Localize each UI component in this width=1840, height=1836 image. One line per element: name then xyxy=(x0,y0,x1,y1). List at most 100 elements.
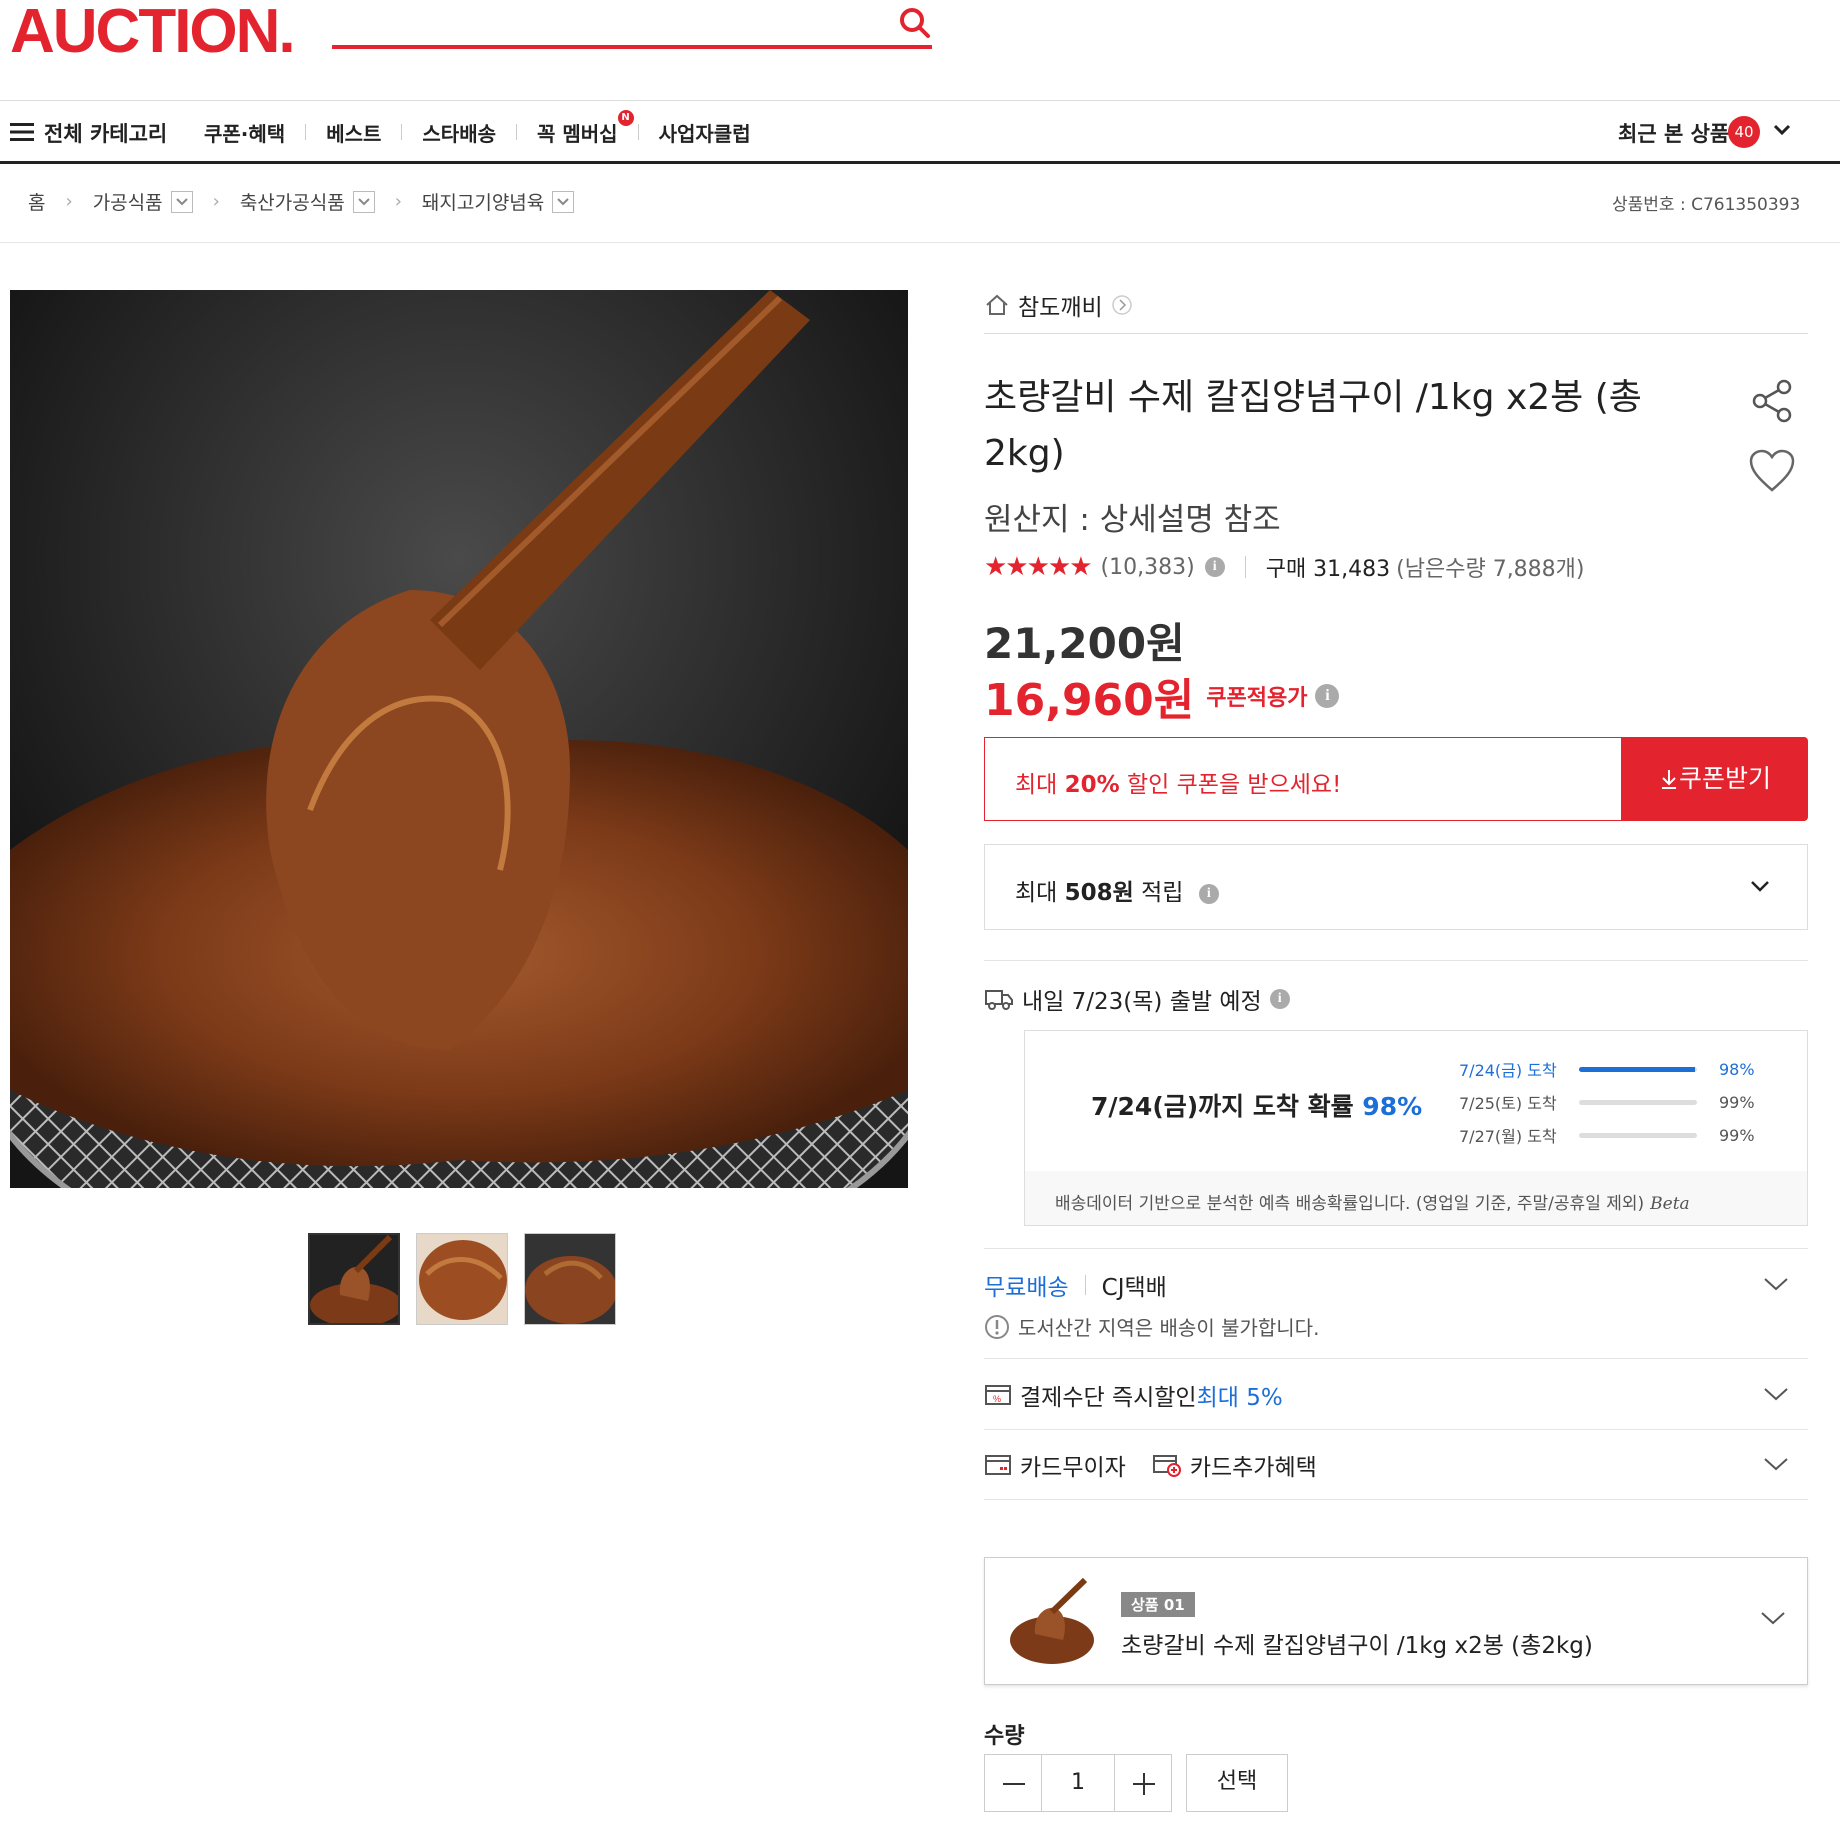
option-name: 초량갈비 수제 칼집양념구이 /1kg x2봉 (총2kg) xyxy=(1121,1633,1593,1659)
option-select[interactable]: 상품 01 초량갈비 수제 칼집양념구이 /1kg x2봉 (총2kg) xyxy=(984,1557,1808,1685)
product-main-image[interactable] xyxy=(10,290,908,1188)
probability-bar-fill xyxy=(1579,1066,1695,1072)
probability-date: 7/25(토) 도착 xyxy=(1459,1094,1557,1113)
recent-count-badge: 40 xyxy=(1728,116,1760,148)
divider xyxy=(984,1429,1808,1430)
payment-discount-label: 결제수단 즉시할인 xyxy=(1020,1385,1197,1411)
breadcrumb-item-seasoned-pork[interactable]: 돼지고기양념육 xyxy=(422,188,544,215)
chevron-down-icon xyxy=(175,197,188,205)
breadcrumb-divider xyxy=(0,242,1840,243)
probability-bar xyxy=(1579,1066,1697,1072)
recent-viewed-button[interactable]: 최근 본 상품 xyxy=(1618,118,1729,148)
info-icon[interactable]: i xyxy=(1198,883,1219,904)
increase-button[interactable] xyxy=(1114,1754,1172,1812)
thumbnail-list xyxy=(308,1233,616,1325)
store-link[interactable]: 참도깨비 xyxy=(984,288,1133,322)
payment-discount-max: 최대 5% xyxy=(1196,1385,1283,1411)
coupon-price-label: 쿠폰적용가 xyxy=(1206,686,1308,711)
points-prefix: 최대 xyxy=(1015,880,1065,906)
breadcrumb-home[interactable]: 홈 xyxy=(28,188,45,215)
select-button[interactable]: 선택 xyxy=(1186,1754,1288,1812)
probability-panel: 7/24(금)까지 도착 확률 98% 7/24(금) 도착 98% 7/25(… xyxy=(1025,1031,1807,1171)
search-bar[interactable] xyxy=(332,45,932,49)
nav-link-coupons[interactable]: 쿠폰·혜택 xyxy=(204,118,305,147)
delivery-info: 무료배송 CJ택배 xyxy=(984,1268,1167,1302)
thumbnail-1[interactable] xyxy=(308,1233,400,1325)
card-plus-icon xyxy=(1152,1455,1181,1477)
grilled-meat-image xyxy=(10,290,908,1188)
card-icon xyxy=(985,1455,1011,1475)
alert-icon xyxy=(985,1314,1009,1339)
coupon-price-row: 16,960원 쿠폰적용가 i xyxy=(984,664,1340,728)
probability-row: 7/24(금) 도착 98% xyxy=(1459,1057,1755,1081)
nav-link-star-delivery[interactable]: 스타배송 xyxy=(402,118,516,147)
chevron-down-icon xyxy=(357,197,370,205)
thumbnail-2[interactable] xyxy=(416,1233,508,1325)
option-thumbnail xyxy=(1007,1578,1097,1668)
probability-value: 98% xyxy=(1362,1092,1423,1121)
nav-link-membership[interactable]: 꼭 멤버십 N xyxy=(517,110,638,147)
menu-icon[interactable] xyxy=(10,122,34,142)
info-icon[interactable]: i xyxy=(1204,557,1225,577)
coupon-msg-prefix: 최대 xyxy=(1015,772,1065,798)
coupon-message: 최대 20% 할인 쿠폰을 받으세요! xyxy=(984,737,1622,821)
divider xyxy=(984,1358,1808,1359)
thumbnail-3[interactable] xyxy=(524,1233,616,1325)
heart-icon[interactable] xyxy=(1748,448,1796,494)
chevron-down-icon xyxy=(1751,881,1769,892)
purchase-count: 구매 31,483 xyxy=(1265,557,1391,582)
all-categories-button[interactable]: 전체 카테고리 xyxy=(44,118,167,148)
info-icon[interactable]: i xyxy=(1315,684,1340,708)
probability-percent: 98% xyxy=(1719,1059,1755,1079)
share-icon[interactable] xyxy=(1750,378,1796,424)
island-notice: 도서산간 지역은 배송이 불가합니다. xyxy=(984,1312,1319,1341)
remaining-stock: (남은수량 7,888개) xyxy=(1396,557,1585,582)
auction-logo[interactable]: AUCTION. xyxy=(10,1,296,63)
card-extra-benefit-label: 카드추가혜택 xyxy=(1189,1455,1317,1481)
delivery-probability-box: 7/24(금)까지 도착 확률 98% 7/24(금) 도착 98% 7/25(… xyxy=(1024,1030,1808,1226)
nav-link-business-club[interactable]: 사업자클럽 xyxy=(639,118,771,147)
svg-text:%: % xyxy=(993,1394,1001,1404)
review-count[interactable]: (10,383) xyxy=(1101,555,1195,580)
info-icon[interactable]: i xyxy=(1269,989,1290,1009)
minus-icon xyxy=(1003,1783,1025,1785)
nav-link-best[interactable]: 베스트 xyxy=(306,118,401,147)
get-coupon-button[interactable]: 쿠폰받기 xyxy=(1622,737,1808,821)
divider xyxy=(984,1248,1808,1249)
shipping-schedule-text: 내일 7/23(목) 출발 예정 xyxy=(1022,989,1262,1015)
points-accordion[interactable]: 최대 508원 적립 i xyxy=(984,844,1808,930)
probability-percent: 99% xyxy=(1719,1125,1755,1145)
carrier-name: CJ택배 xyxy=(1101,1275,1167,1301)
chevron-right-icon: › xyxy=(212,191,220,212)
breadcrumb-item-livestock[interactable]: 축산가공식품 xyxy=(240,188,345,215)
store-name: 참도깨비 xyxy=(1018,295,1103,321)
dropdown-toggle[interactable] xyxy=(352,190,375,213)
chevron-down-icon[interactable] xyxy=(1772,120,1792,140)
nav-links: 쿠폰·혜택 베스트 스타배송 꼭 멤버십 N 사업자클럽 xyxy=(204,110,771,147)
shipping-schedule: 내일 7/23(목) 출발 예정 i xyxy=(984,982,1290,1016)
divider xyxy=(984,1499,1808,1500)
beta-label: Beta xyxy=(1650,1194,1690,1214)
probability-date: 7/27(월) 도착 xyxy=(1459,1127,1557,1146)
probability-note-text: 배송데이터 기반으로 분석한 예측 배송확률입니다. (영업일 기준, 주말/공… xyxy=(1055,1194,1645,1214)
chevron-down-icon[interactable] xyxy=(1762,1384,1790,1404)
new-badge: N xyxy=(617,110,634,126)
chevron-down-icon[interactable] xyxy=(1762,1454,1790,1474)
star-rating-icon: ★★★★★ xyxy=(984,552,1093,582)
coupon-msg-percent: 20% xyxy=(1064,772,1120,798)
dropdown-toggle[interactable] xyxy=(170,190,193,213)
probability-date: 7/24(금) 도착 xyxy=(1459,1061,1557,1080)
probability-note: 배송데이터 기반으로 분석한 예측 배송확률입니다. (영업일 기준, 주말/공… xyxy=(1055,1189,1690,1214)
payment-discount: % 결제수단 즉시할인 최대 5% xyxy=(984,1378,1283,1412)
origin-info: 원산지 : 상세설명 참조 xyxy=(984,502,1281,538)
search-icon[interactable] xyxy=(898,6,932,40)
quantity-input[interactable]: 1 xyxy=(1042,1754,1114,1812)
chevron-down-icon[interactable] xyxy=(1762,1274,1790,1294)
product-title: 초량갈비 수제 칼집양념구이 /1kg x2봉 (총2kg) xyxy=(984,377,1642,474)
divider xyxy=(984,960,1808,961)
dropdown-toggle[interactable] xyxy=(552,190,575,213)
probability-bar xyxy=(1579,1099,1697,1105)
decrease-button[interactable] xyxy=(984,1754,1042,1812)
plus-icon xyxy=(1133,1773,1155,1795)
breadcrumb-item-processed-food[interactable]: 가공식품 xyxy=(93,188,163,215)
